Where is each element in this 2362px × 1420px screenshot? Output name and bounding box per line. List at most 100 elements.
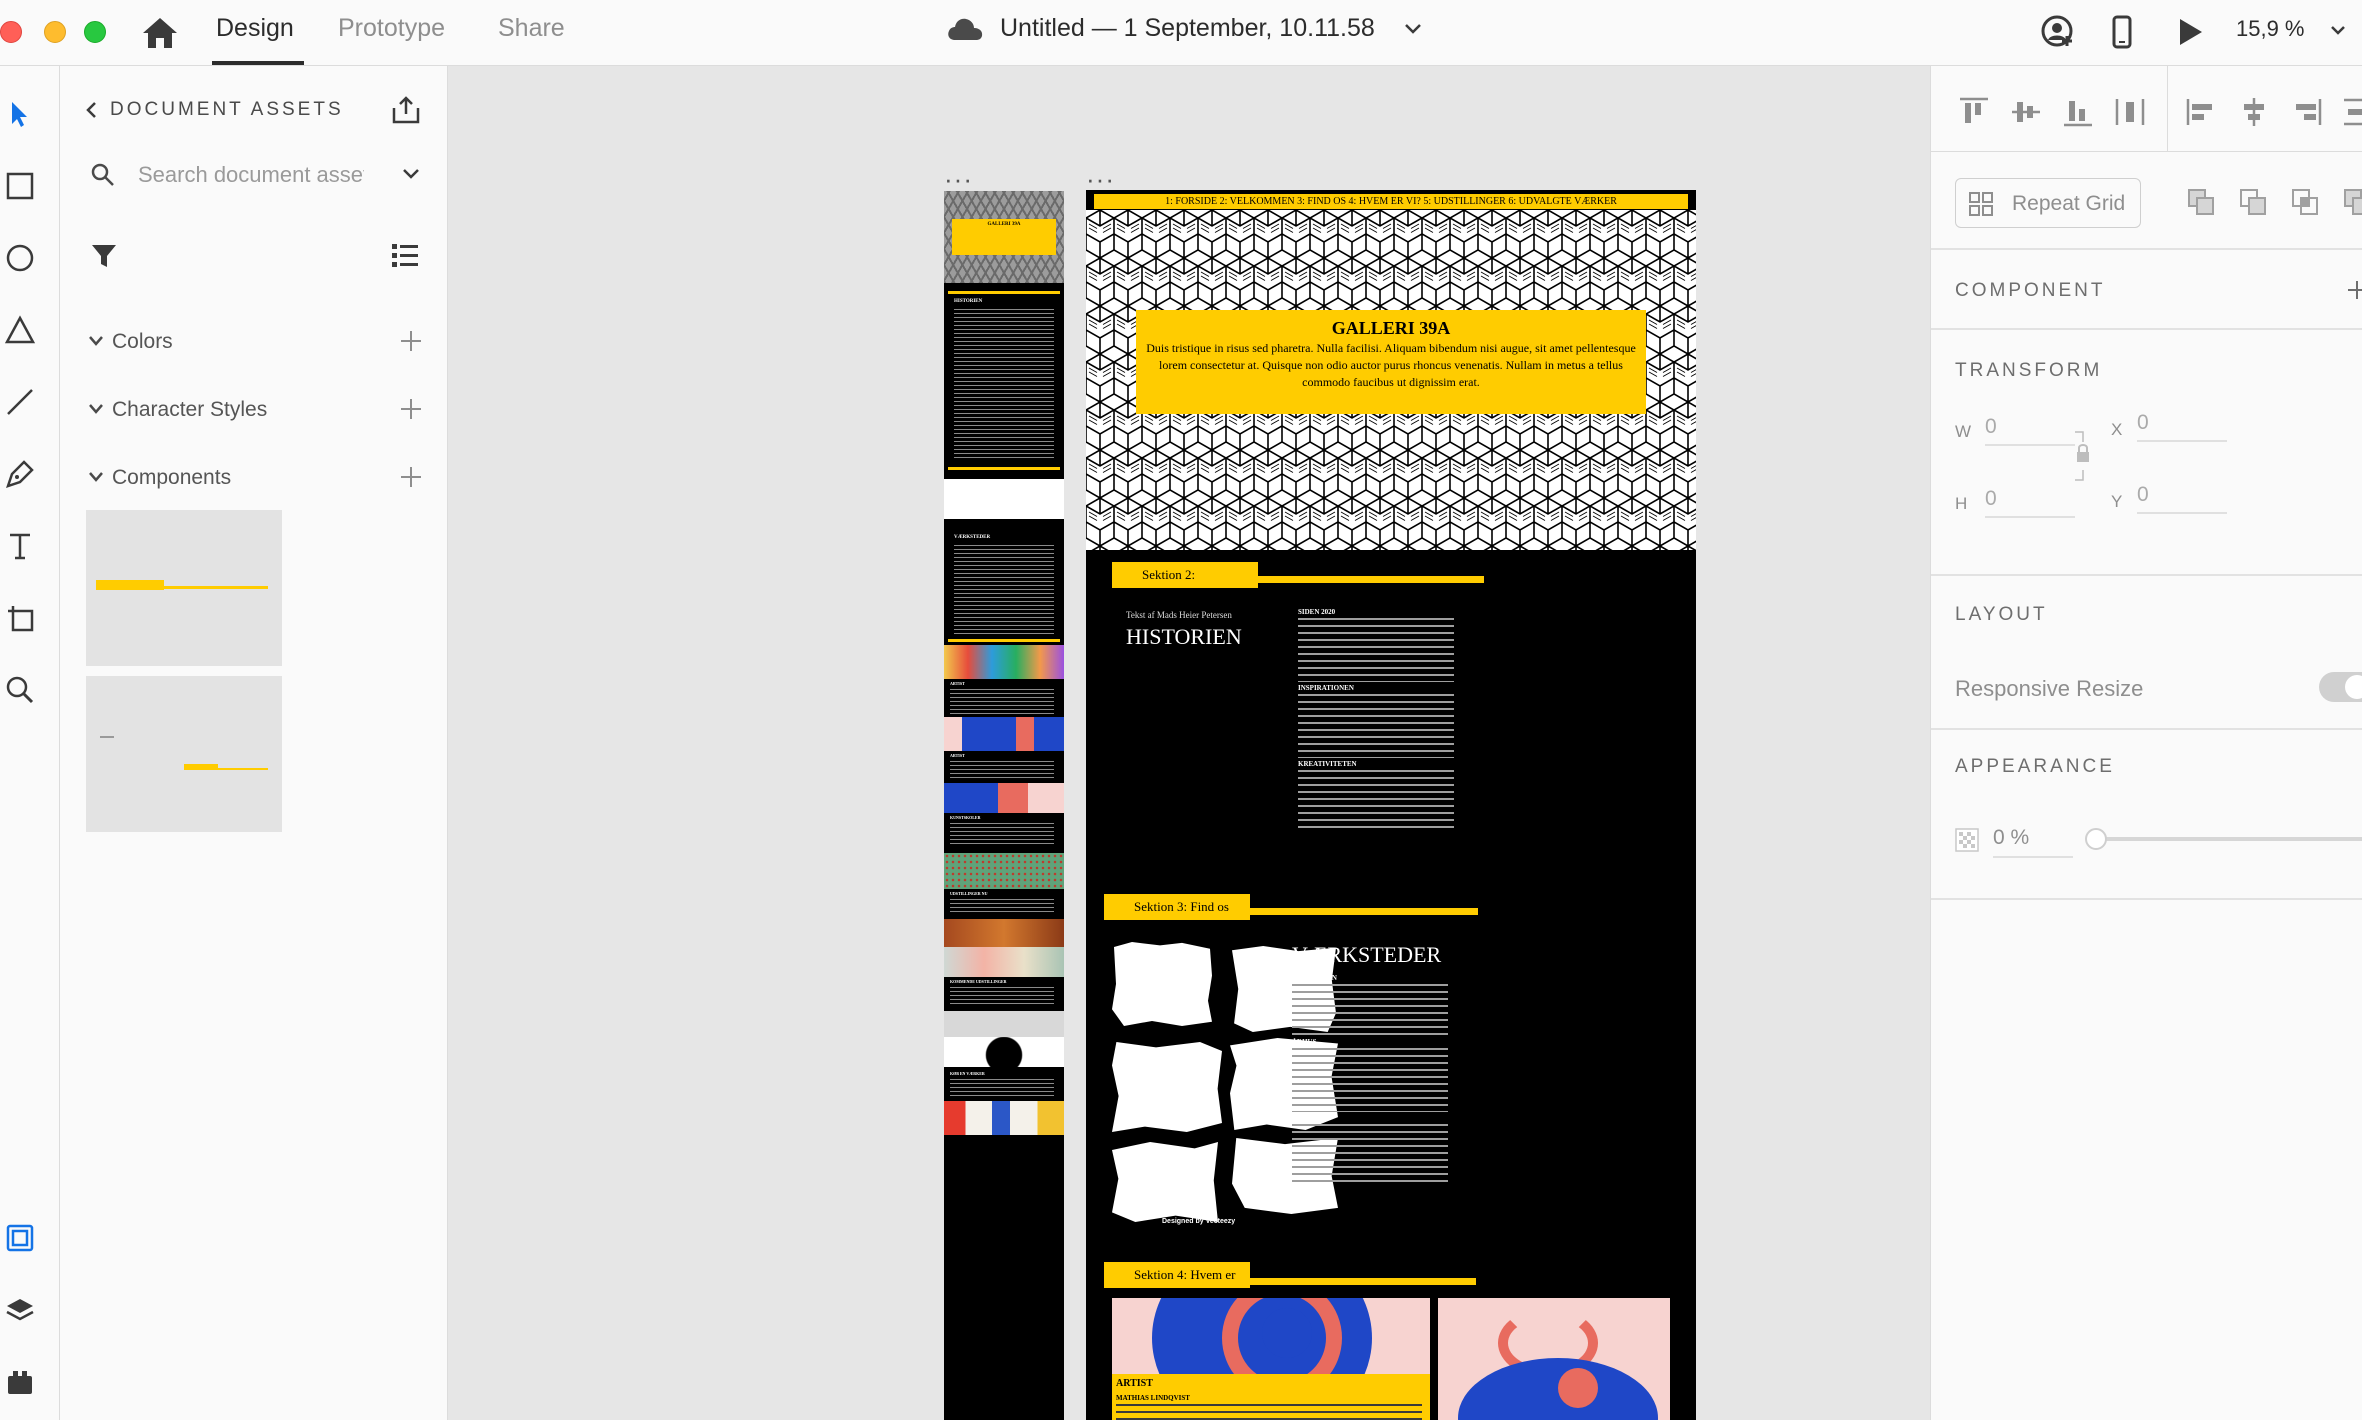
boolean-subtract-icon[interactable] xyxy=(2237,186,2269,218)
thumb-mondrian-image xyxy=(944,1101,1064,1135)
active-tab-indicator xyxy=(212,61,304,65)
lock-aspect-icon[interactable] xyxy=(2071,428,2095,484)
artboard-tool-icon[interactable] xyxy=(4,602,36,634)
distribute-horizontal-icon[interactable] xyxy=(2113,96,2147,128)
brush-stroke xyxy=(1112,942,1212,1026)
chevron-down-icon[interactable] xyxy=(1404,22,1422,36)
close-window-button[interactable] xyxy=(0,21,22,43)
section-bar xyxy=(1250,1278,1476,1285)
layout-section-heading: LAYOUT xyxy=(1955,604,2048,625)
home-icon[interactable] xyxy=(140,15,180,51)
hero-text: Duis tristique in risus sed pharetra. Nu… xyxy=(1146,341,1636,389)
chevron-down-icon[interactable] xyxy=(88,402,104,416)
add-icon[interactable] xyxy=(398,396,424,422)
pen-tool-icon[interactable] xyxy=(4,458,36,490)
section-tab-velkommen: Sektion 2: Velkommen xyxy=(1112,562,1258,608)
align-top-icon[interactable] xyxy=(1957,96,1991,128)
width-label: W xyxy=(1955,422,1972,441)
tab-share[interactable]: Share xyxy=(498,14,565,43)
align-left-icon[interactable] xyxy=(2185,96,2219,128)
repeat-grid-button[interactable]: Repeat Grid xyxy=(1955,178,2141,228)
chevron-left-icon[interactable] xyxy=(84,100,98,120)
document-title[interactable]: Untitled — 1 September, 10.11.58 xyxy=(1000,14,1375,43)
x-position-input[interactable] xyxy=(2137,406,2227,442)
tab-design[interactable]: Design xyxy=(216,14,294,43)
line-tool-icon[interactable] xyxy=(4,386,36,418)
zoom-tool-icon[interactable] xyxy=(4,674,36,706)
thumb-heading: HISTORIEN xyxy=(954,299,983,304)
add-icon[interactable] xyxy=(398,328,424,354)
design-canvas[interactable]: ··· ··· GALLERI 39A HISTORIEN VÆRKSTEDER… xyxy=(448,66,1930,1420)
boolean-intersect-icon[interactable] xyxy=(2289,186,2321,218)
list-view-icon[interactable] xyxy=(390,240,420,270)
thumb-gray-brush xyxy=(944,1011,1064,1037)
brush-stroke xyxy=(1112,1142,1218,1222)
align-bottom-icon[interactable] xyxy=(2061,96,2095,128)
add-icon[interactable] xyxy=(398,464,424,490)
section-bar xyxy=(1258,576,1484,583)
chevron-down-icon[interactable] xyxy=(88,334,104,348)
opacity-slider-handle[interactable] xyxy=(2085,828,2107,850)
section2-byline: Tekst af Mads Heier Petersen xyxy=(1126,610,1232,620)
panel-separator xyxy=(1931,248,2362,250)
select-tool-icon[interactable] xyxy=(4,98,36,130)
opacity-checker-icon xyxy=(1955,828,1979,852)
repeat-grid-icon xyxy=(1969,192,1993,216)
boolean-add-icon[interactable] xyxy=(2185,186,2217,218)
chevron-down-icon[interactable] xyxy=(402,168,420,180)
assets-section-components[interactable]: Components xyxy=(84,460,426,496)
plugins-panel-icon[interactable] xyxy=(4,1366,36,1398)
artboard-thumbnail-full-page[interactable]: GALLERI 39A HISTORIEN VÆRKSTEDER ARTIST … xyxy=(944,191,1064,1420)
boolean-exclude-icon[interactable] xyxy=(2341,186,2362,218)
panel-separator xyxy=(1931,574,2362,576)
component-thumbnail[interactable] xyxy=(86,676,282,832)
artist-image-one xyxy=(1112,1298,1430,1374)
device-preview-icon[interactable] xyxy=(2104,14,2140,50)
align-middle-icon[interactable] xyxy=(2009,96,2043,128)
assets-panel-icon[interactable] xyxy=(4,1222,36,1254)
opacity-input[interactable] xyxy=(1993,820,2073,858)
thumb-heading: ARTIST xyxy=(950,681,965,686)
search-input[interactable] xyxy=(138,158,364,192)
width-input[interactable] xyxy=(1985,410,2075,446)
minimize-window-button[interactable] xyxy=(44,21,66,43)
chevron-down-icon[interactable] xyxy=(2330,24,2346,36)
artboard-menu-icon[interactable]: ··· xyxy=(944,166,973,192)
assets-section-character-styles[interactable]: Character Styles xyxy=(84,392,426,428)
thumb-bar xyxy=(948,639,1060,642)
height-input[interactable] xyxy=(1985,482,2075,518)
artboard-main[interactable]: 1: FORSIDE 2: VELKOMMEN 3: FIND OS 4: HV… xyxy=(1086,190,1696,1420)
ellipse-tool-icon[interactable] xyxy=(4,242,36,274)
polygon-tool-icon[interactable] xyxy=(4,314,36,346)
section3-subhead: ÅLBORG xyxy=(1292,1114,1323,1122)
zoom-level[interactable]: 15,9 % xyxy=(2236,16,2305,42)
brush-stroke xyxy=(1112,1042,1222,1132)
artboard-menu-icon[interactable]: ··· xyxy=(1086,166,1115,192)
add-component-icon[interactable] xyxy=(2345,278,2362,302)
invite-user-icon[interactable] xyxy=(2040,14,2076,50)
section-label: Character Styles xyxy=(112,398,268,421)
distribute-vertical-icon[interactable] xyxy=(2341,96,2362,128)
thumb-green-texture xyxy=(944,853,1064,889)
align-center-icon[interactable] xyxy=(2237,96,2271,128)
asset-search xyxy=(84,150,424,200)
chevron-down-icon[interactable] xyxy=(88,470,104,484)
section-label: Colors xyxy=(112,330,173,353)
tab-prototype[interactable]: Prototype xyxy=(338,14,445,43)
play-preview-icon[interactable] xyxy=(2172,14,2208,50)
filter-icon[interactable] xyxy=(90,242,118,270)
component-thumbnail[interactable] xyxy=(86,510,282,666)
height-label: H xyxy=(1955,494,1968,513)
y-position-input[interactable] xyxy=(2137,478,2227,514)
zoom-window-button[interactable] xyxy=(84,21,106,43)
text-tool-icon[interactable] xyxy=(4,530,36,562)
rectangle-tool-icon[interactable] xyxy=(4,170,36,202)
cloud-icon xyxy=(948,18,983,40)
export-icon[interactable] xyxy=(390,94,422,126)
component-preview-tab xyxy=(96,580,164,590)
align-right-icon[interactable] xyxy=(2289,96,2323,128)
responsive-resize-toggle[interactable] xyxy=(2319,672,2362,702)
assets-section-colors[interactable]: Colors xyxy=(84,324,426,360)
opacity-slider-track[interactable] xyxy=(2097,837,2362,841)
layers-panel-icon[interactable] xyxy=(4,1294,36,1326)
